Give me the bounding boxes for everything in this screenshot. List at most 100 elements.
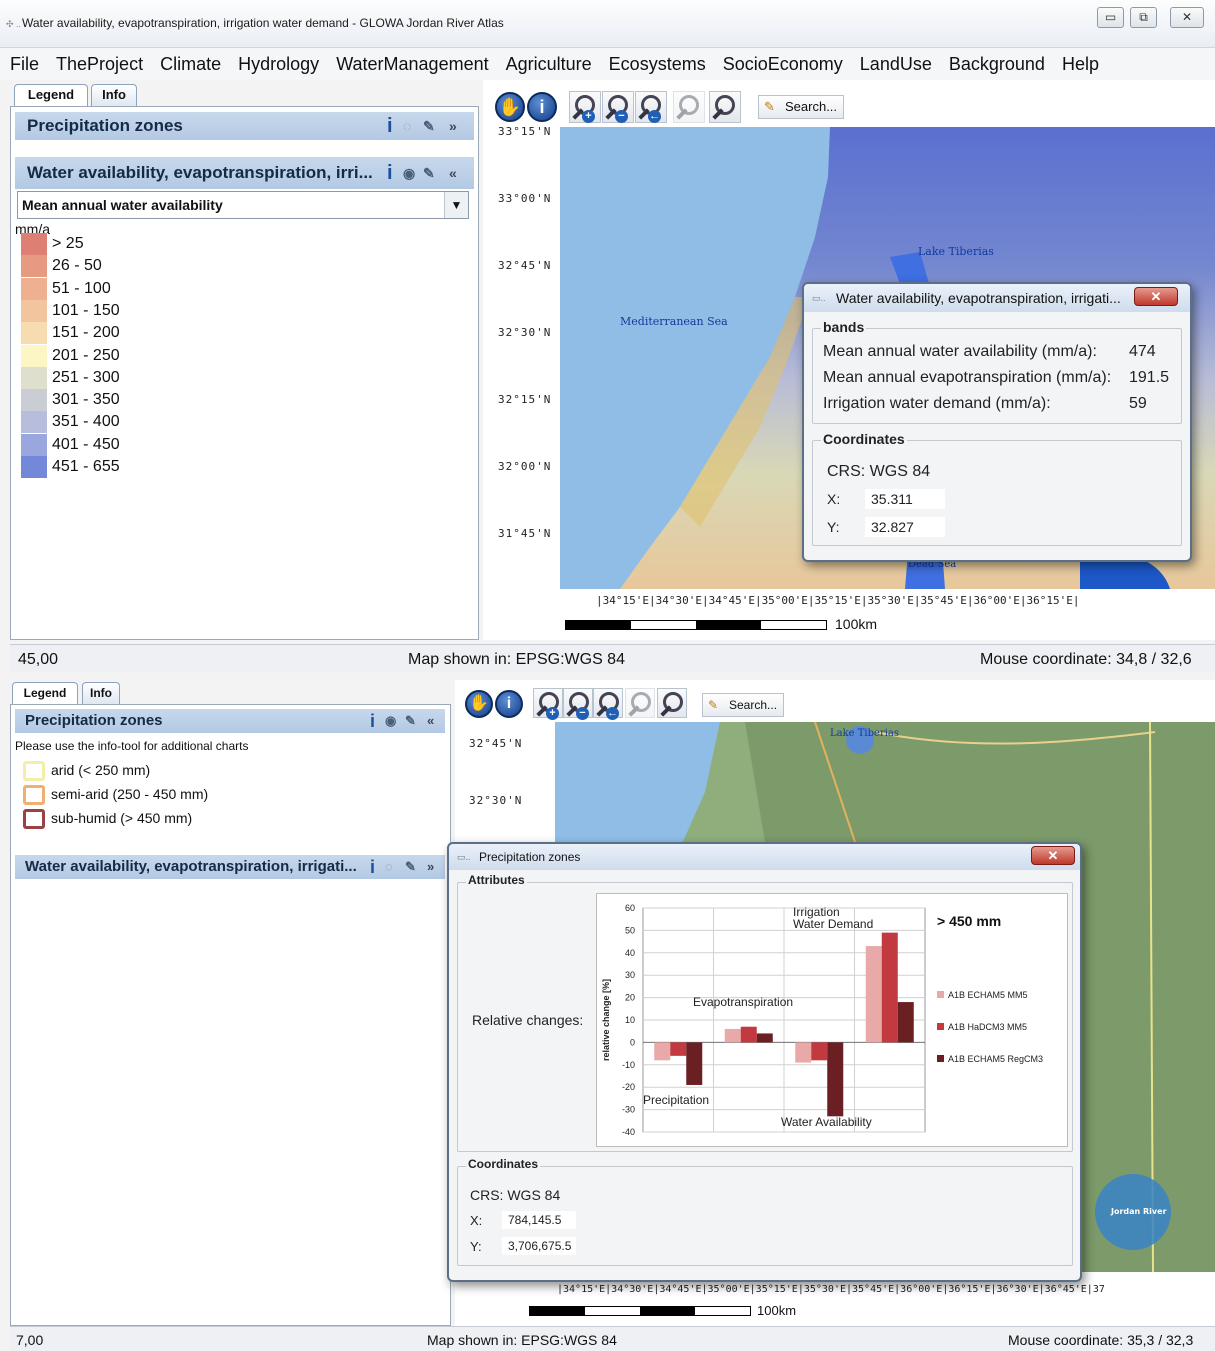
maximize-button[interactable]: ⧉ bbox=[1130, 7, 1157, 28]
zoom-previous-icon[interactable]: ← bbox=[593, 688, 623, 720]
menu-theproject[interactable]: TheProject bbox=[56, 48, 143, 75]
settings-wrench-icon[interactable]: ✎ bbox=[423, 112, 435, 140]
info-icon[interactable]: i bbox=[370, 709, 375, 733]
menu-climate[interactable]: Climate bbox=[160, 48, 221, 75]
dialog-icon: ▭.. bbox=[457, 852, 471, 862]
legend-label: > 25 bbox=[52, 235, 84, 252]
legend-swatch bbox=[21, 366, 47, 389]
visibility-eye-icon[interactable]: ◉ bbox=[403, 157, 415, 189]
band-dropdown[interactable]: Mean annual water availability ▼ bbox=[17, 191, 469, 219]
y-tick-label: -30 bbox=[622, 1105, 635, 1115]
chevron-down-icon[interactable]: ▼ bbox=[444, 192, 468, 218]
close-window-button[interactable]: ✕ bbox=[1170, 7, 1204, 28]
pencil-search-icon: ✎ bbox=[708, 698, 719, 712]
layer-header-precipitation[interactable]: Precipitation zones i ◌ ✎ » bbox=[15, 112, 474, 140]
legend-panel: Precipitation zones i ◌ ✎ » Water availa… bbox=[10, 106, 479, 640]
chart-bar bbox=[881, 932, 898, 1043]
status-scale-value: 7,00 bbox=[16, 1332, 44, 1348]
menu-landuse[interactable]: LandUse bbox=[860, 48, 932, 75]
crs-label: CRS: WGS 84 bbox=[827, 463, 931, 480]
category-label: Water Availability bbox=[781, 1115, 872, 1129]
collapse-chevron-icon[interactable]: « bbox=[427, 709, 434, 733]
dialog-title-text: Precipitation zones bbox=[479, 850, 581, 864]
search-label: Search... bbox=[785, 99, 838, 114]
zoom-next-icon[interactable] bbox=[625, 688, 655, 718]
layer-title: Water availability, evapotranspiration, … bbox=[25, 858, 357, 875]
status-bar-top: 45,00 Map shown in: EPSG:WGS 84 Mouse co… bbox=[10, 644, 1215, 672]
menu-agriculture[interactable]: Agriculture bbox=[506, 48, 592, 75]
menu-background[interactable]: Background bbox=[949, 48, 1045, 75]
info-icon[interactable]: i bbox=[387, 112, 393, 140]
menu-watermanagement[interactable]: WaterManagement bbox=[336, 48, 488, 75]
zoom-in-icon[interactable]: + bbox=[569, 91, 601, 123]
tab-info[interactable]: Info bbox=[82, 682, 120, 704]
pan-hand-icon[interactable]: ✋ bbox=[495, 92, 525, 122]
dialog-icon: ▭.. bbox=[812, 293, 826, 303]
visibility-icon[interactable]: ◌ bbox=[403, 112, 411, 140]
map-label-lake: Lake Tiberias bbox=[830, 728, 899, 739]
visibility-eye-icon[interactable]: ◉ bbox=[385, 709, 396, 733]
status-mouse-coordinate: Mouse coordinate: 34,8 / 32,6 bbox=[980, 651, 1192, 668]
layer-header-water[interactable]: Water availability, evapotranspiration, … bbox=[15, 157, 474, 189]
collapse-chevron-icon[interactable]: « bbox=[449, 157, 457, 189]
info-icon[interactable]: i bbox=[370, 855, 375, 879]
latitude-label: 32°45'N bbox=[498, 259, 552, 272]
tab-info[interactable]: Info bbox=[91, 84, 137, 106]
visibility-icon[interactable]: ◌ bbox=[385, 855, 393, 879]
legend-label: 301 - 350 bbox=[52, 391, 120, 409]
legend-panel-bottom: Precipitation zones i ◉ ✎ « Please use t… bbox=[10, 704, 451, 1326]
tab-legend[interactable]: Legend bbox=[12, 682, 78, 704]
y-value-field[interactable]: 32.827 bbox=[865, 517, 945, 537]
zoom-extent-icon[interactable] bbox=[709, 91, 741, 123]
pan-hand-icon[interactable]: ✋ bbox=[465, 690, 493, 718]
coordinates-label: Coordinates bbox=[466, 1157, 541, 1171]
settings-wrench-icon[interactable]: ✎ bbox=[405, 855, 416, 879]
attributes-label: Attributes bbox=[466, 873, 527, 887]
zoom-in-icon[interactable]: + bbox=[533, 688, 563, 720]
zoom-previous-icon[interactable]: ← bbox=[635, 91, 667, 123]
latitude-label: 33°00'N bbox=[498, 192, 552, 205]
close-dialog-button[interactable]: ✕ bbox=[1134, 287, 1178, 306]
menu-help[interactable]: Help bbox=[1062, 48, 1099, 75]
info-tool-icon[interactable]: i bbox=[495, 690, 523, 718]
x-value-field[interactable]: 784,145.5 bbox=[502, 1211, 576, 1229]
tab-legend[interactable]: Legend bbox=[14, 84, 88, 106]
expand-chevron-icon[interactable]: » bbox=[449, 112, 457, 140]
category-label: Water Demand bbox=[793, 917, 873, 931]
menu-file[interactable]: File bbox=[10, 48, 39, 75]
menu-socioeconomy[interactable]: SocioEconomy bbox=[723, 48, 843, 75]
status-projection: Map shown in: EPSG:WGS 84 bbox=[408, 651, 625, 668]
chart-bar bbox=[811, 1042, 828, 1061]
x-label: X: bbox=[470, 1213, 483, 1228]
minimize-button[interactable]: ▭ bbox=[1097, 7, 1124, 28]
zoom-out-icon[interactable]: − bbox=[602, 91, 634, 123]
menu-ecosystems[interactable]: Ecosystems bbox=[609, 48, 706, 75]
chart-bar bbox=[740, 1026, 757, 1043]
x-label: X: bbox=[827, 491, 841, 507]
settings-wrench-icon[interactable]: ✎ bbox=[405, 709, 416, 733]
search-button[interactable]: ✎ Search... bbox=[702, 693, 785, 717]
row-label: Mean annual evapotranspiration (mm/a): bbox=[823, 369, 1112, 386]
expand-chevron-icon[interactable]: » bbox=[427, 855, 434, 879]
close-dialog-button[interactable]: ✕ bbox=[1031, 846, 1075, 865]
y-tick-label: 30 bbox=[625, 970, 635, 980]
settings-wrench-icon[interactable]: ✎ bbox=[423, 157, 435, 189]
info-tool-icon[interactable]: i bbox=[527, 92, 557, 122]
pencil-search-icon: ✎ bbox=[764, 99, 775, 114]
info-icon[interactable]: i bbox=[387, 157, 393, 189]
layer-header-water[interactable]: Water availability, evapotranspiration, … bbox=[15, 855, 445, 879]
zoom-out-icon[interactable]: − bbox=[563, 688, 593, 720]
layer-header-precipitation[interactable]: Precipitation zones i ◉ ✎ « bbox=[15, 709, 445, 733]
x-value-field[interactable]: 35.311 bbox=[865, 489, 945, 509]
search-button[interactable]: ✎ Search... bbox=[758, 95, 845, 119]
map-label-sea: Mediterranean Sea bbox=[620, 315, 728, 328]
row-label: Mean annual water availability (mm/a): bbox=[823, 343, 1097, 360]
chart-bar bbox=[795, 1042, 812, 1063]
zoom-next-icon[interactable] bbox=[673, 91, 705, 123]
scale-bar bbox=[529, 1306, 751, 1316]
zoom-extent-icon[interactable] bbox=[657, 688, 687, 718]
chart-bar bbox=[827, 1042, 844, 1117]
y-value-field[interactable]: 3,706,675.5 bbox=[502, 1237, 576, 1255]
menu-hydrology[interactable]: Hydrology bbox=[238, 48, 319, 75]
y-tick-label: -20 bbox=[622, 1082, 635, 1092]
